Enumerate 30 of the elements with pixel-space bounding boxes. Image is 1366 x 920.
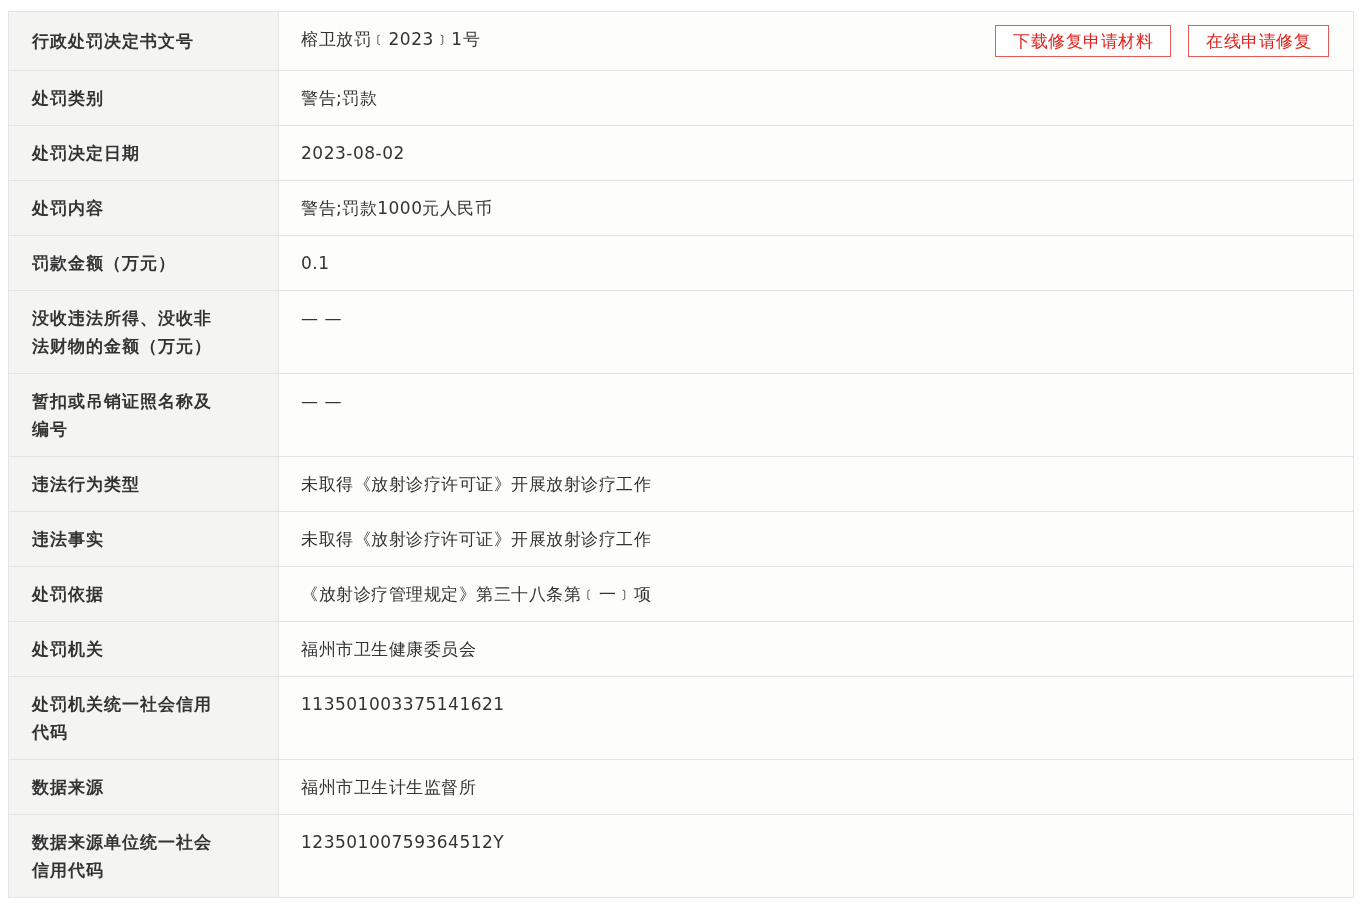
apply-button[interactable]: 在线申请修复 bbox=[1188, 25, 1329, 57]
field-label: 处罚机关 bbox=[9, 622, 279, 677]
field-value: 福州市卫生健康委员会 bbox=[301, 638, 476, 661]
field-value: 0.1 bbox=[301, 252, 330, 275]
field-value: 警告;罚款 bbox=[301, 87, 378, 110]
field-label: 处罚机关统一社会信用代码 bbox=[9, 677, 279, 760]
field-label: 处罚类别 bbox=[9, 71, 279, 126]
field-label: 处罚决定日期 bbox=[9, 126, 279, 181]
download-button[interactable]: 下载修复申请材料 bbox=[995, 25, 1171, 57]
field-value: 未取得《放射诊疗许可证》开展放射诊疗工作 bbox=[301, 528, 651, 551]
field-value: 2023-08-02 bbox=[301, 142, 405, 165]
field-label: 没收违法所得、没收非法财物的金额（万元） bbox=[9, 291, 279, 374]
field-value: 榕卫放罚﹝2023﹞1号 bbox=[301, 28, 481, 51]
field-label: 违法事实 bbox=[9, 512, 279, 567]
field-label: 违法行为类型 bbox=[9, 457, 279, 512]
field-label: 暂扣或吊销证照名称及编号 bbox=[9, 374, 279, 457]
field-value: — — bbox=[301, 390, 342, 413]
field-label: 行政处罚决定书文号 bbox=[9, 12, 279, 71]
field-label: 处罚依据 bbox=[9, 567, 279, 622]
field-label: 罚款金额（万元） bbox=[9, 236, 279, 291]
field-value: 福州市卫生计生监督所 bbox=[301, 776, 476, 799]
field-value: 《放射诊疗管理规定》第三十八条第﹝一﹞项 bbox=[301, 583, 651, 606]
field-label: 数据来源单位统一社会信用代码 bbox=[9, 815, 279, 898]
field-value: 113501003375141621 bbox=[301, 693, 505, 716]
field-value: 警告;罚款1000元人民币 bbox=[301, 197, 493, 220]
field-label: 处罚内容 bbox=[9, 181, 279, 236]
field-value: 12350100759364512Y bbox=[301, 831, 505, 854]
field-value: — — bbox=[301, 307, 342, 330]
field-value: 未取得《放射诊疗许可证》开展放射诊疗工作 bbox=[301, 473, 651, 496]
field-label: 数据来源 bbox=[9, 760, 279, 815]
